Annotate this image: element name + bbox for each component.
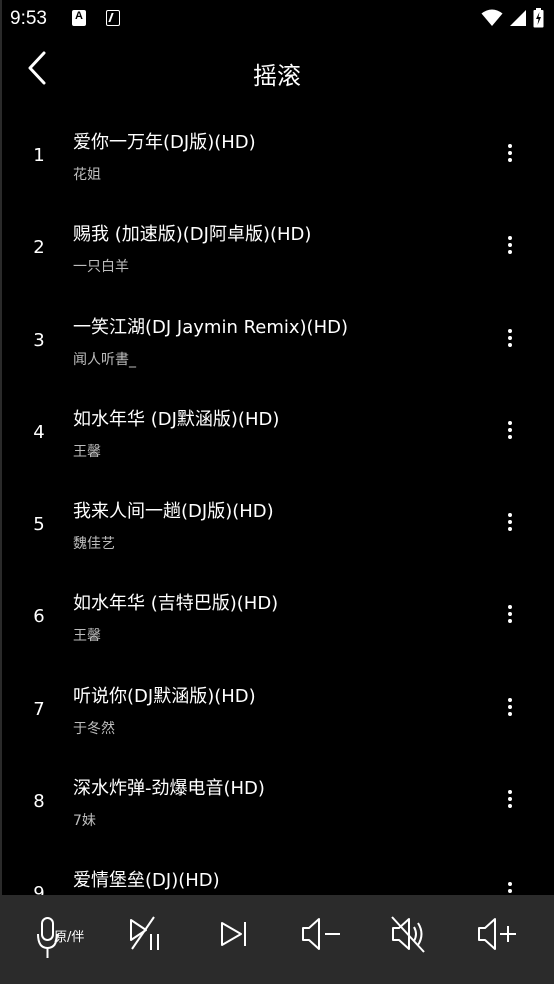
song-index: 8 bbox=[33, 791, 45, 813]
song-list: 1 爱你一万年(DJ版)(HD) 花姐 2 赐我 (加速版)(DJ阿卓版)(HD… bbox=[0, 108, 554, 939]
header: 摇滚 bbox=[0, 40, 554, 104]
song-index: 7 bbox=[33, 698, 45, 720]
song-artist: 于冬然 bbox=[73, 720, 115, 737]
volume-down-button[interactable] bbox=[300, 912, 356, 968]
list-item[interactable]: 1 爱你一万年(DJ版)(HD) 花姐 bbox=[0, 108, 554, 200]
volume-mute-icon bbox=[391, 916, 425, 953]
song-title: 赐我 (加速版)(DJ阿卓版)(HD) bbox=[73, 224, 312, 246]
song-index: 4 bbox=[33, 421, 45, 443]
notification-a-icon bbox=[72, 10, 86, 26]
status-icons bbox=[481, 8, 544, 28]
song-title: 爱情堡垒(DJ)(HD) bbox=[73, 870, 220, 892]
song-title: 我来人间一趟(DJ版)(HD) bbox=[73, 501, 274, 523]
song-artist: 魏佳艺 bbox=[73, 536, 115, 553]
song-title: 一笑江湖(DJ Jaymin Remix)(HD) bbox=[73, 316, 348, 338]
song-artist: 一只白羊 bbox=[73, 259, 129, 276]
volume-down-icon bbox=[302, 918, 340, 950]
song-title: 听说你(DJ默涵版)(HD) bbox=[73, 685, 256, 707]
play-pause-button[interactable] bbox=[124, 912, 180, 968]
list-item[interactable]: 5 我来人间一趟(DJ版)(HD) 魏佳艺 bbox=[0, 477, 554, 569]
song-index: 6 bbox=[33, 606, 45, 628]
song-index: 5 bbox=[33, 514, 45, 536]
list-item[interactable]: 3 一笑江湖(DJ Jaymin Remix)(HD) 闻人听書_ bbox=[0, 293, 554, 385]
song-title: 如水年华 (DJ默涵版)(HD) bbox=[73, 408, 280, 430]
volume-up-icon bbox=[478, 918, 516, 950]
song-artist: 7妹 bbox=[73, 813, 96, 830]
playback-control-bar: 原/伴 bbox=[0, 895, 554, 984]
more-options-icon[interactable] bbox=[498, 418, 522, 442]
vocal-toggle-label: 原/伴 bbox=[54, 930, 85, 945]
vocal-accompaniment-toggle[interactable]: 原/伴 bbox=[34, 912, 90, 968]
song-index: 3 bbox=[33, 329, 45, 351]
more-options-icon[interactable] bbox=[498, 233, 522, 257]
status-bar: 9:53 bbox=[0, 0, 554, 38]
screen: 9:53 摇滚 1 爱你一万年(DJ版 bbox=[0, 0, 554, 984]
list-item[interactable]: 6 如水年华 (吉特巴版)(HD) 王馨 bbox=[0, 569, 554, 661]
list-item[interactable]: 4 如水年华 (DJ默涵版)(HD) 王馨 bbox=[0, 385, 554, 477]
notification-n-icon bbox=[106, 10, 120, 26]
wifi-icon bbox=[481, 9, 503, 26]
more-options-icon[interactable] bbox=[498, 602, 522, 626]
status-time: 9:53 bbox=[10, 8, 47, 29]
song-artist: 花姐 bbox=[73, 167, 101, 183]
mute-button[interactable] bbox=[390, 912, 446, 968]
list-item[interactable]: 7 听说你(DJ默涵版)(HD) 于冬然 bbox=[0, 662, 554, 754]
play-pause-icon bbox=[130, 916, 159, 950]
song-artist: 闻人听書_ bbox=[73, 351, 136, 368]
song-artist: 王馨 bbox=[73, 628, 101, 645]
list-item[interactable]: 8 深水炸弹-劲爆电音(HD) 7妹 bbox=[0, 754, 554, 846]
next-track-button[interactable] bbox=[216, 912, 272, 968]
skip-next-icon bbox=[221, 922, 246, 946]
song-artist: 王馨 bbox=[73, 443, 101, 460]
more-options-icon[interactable] bbox=[498, 326, 522, 350]
song-title: 爱你一万年(DJ版)(HD) bbox=[73, 132, 256, 153]
page-title: 摇滚 bbox=[253, 62, 301, 90]
song-index: 1 bbox=[33, 145, 45, 166]
list-item[interactable]: 2 赐我 (加速版)(DJ阿卓版)(HD) 一只白羊 bbox=[0, 200, 554, 292]
song-title: 如水年华 (吉特巴版)(HD) bbox=[73, 593, 279, 615]
more-options-icon[interactable] bbox=[498, 141, 522, 165]
battery-icon bbox=[533, 8, 544, 28]
song-title: 深水炸弹-劲爆电音(HD) bbox=[73, 778, 265, 800]
song-index: 2 bbox=[33, 237, 45, 259]
more-options-icon[interactable] bbox=[498, 787, 522, 811]
volume-up-button[interactable] bbox=[476, 912, 532, 968]
more-options-icon[interactable] bbox=[498, 695, 522, 719]
cell-signal-icon bbox=[510, 10, 526, 26]
more-options-icon[interactable] bbox=[498, 510, 522, 534]
